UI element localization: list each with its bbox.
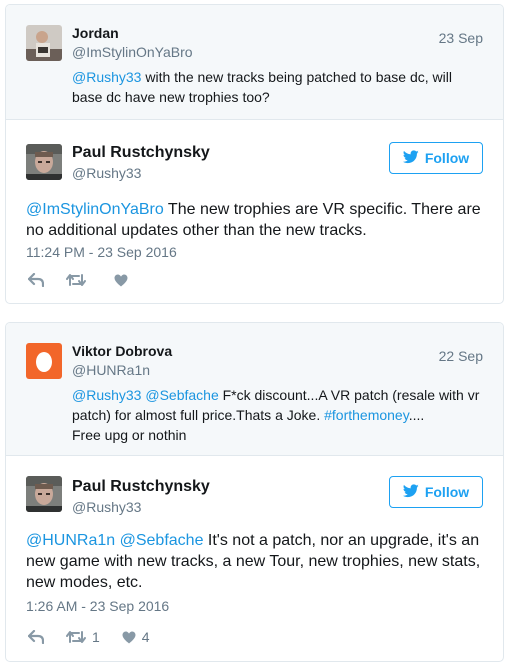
reply-icon — [28, 273, 44, 287]
quoted-tweet[interactable]: Viktor Dobrova @HUNRa1n 22 Sep @Rushy33 … — [6, 323, 503, 456]
mention-link[interactable]: @HUNRa1n — [26, 532, 115, 549]
quoted-author-handle[interactable]: @ImStylinOnYaBro — [72, 44, 193, 60]
follow-button[interactable]: Follow — [389, 142, 483, 174]
reply-button[interactable] — [28, 273, 44, 287]
tweet-text: @HUNRa1n @Sebfache It's not a patch, nor… — [26, 530, 487, 593]
follow-label: Follow — [424, 150, 470, 166]
heart-icon — [122, 631, 136, 644]
twitter-bird-icon — [402, 483, 419, 501]
avatar[interactable] — [26, 25, 62, 61]
mention-link[interactable]: @Sebfache — [145, 387, 218, 403]
retweet-button[interactable] — [66, 273, 92, 287]
follow-label: Follow — [424, 484, 470, 500]
mention-link[interactable]: @ImStylinOnYaBro — [26, 201, 164, 218]
hashtag-link[interactable]: #forthemoney — [324, 407, 409, 423]
retweet-icon — [66, 630, 86, 644]
quoted-author-name[interactable]: Viktor Dobrova — [72, 343, 172, 359]
quoted-author-handle[interactable]: @HUNRa1n — [72, 362, 150, 378]
retweet-count: 1 — [92, 629, 100, 645]
tweet-card: Jordan @ImStylinOnYaBro 23 Sep @Rushy33 … — [5, 4, 504, 304]
avatar[interactable] — [26, 343, 62, 379]
quoted-tweet[interactable]: Jordan @ImStylinOnYaBro 23 Sep @Rushy33 … — [6, 5, 503, 120]
reply-button[interactable] — [28, 630, 44, 644]
mention-link[interactable]: @Rushy33 — [72, 387, 141, 403]
avatar[interactable] — [26, 476, 62, 512]
like-button[interactable] — [114, 274, 134, 287]
tweet-timestamp[interactable]: 11:24 PM - 23 Sep 2016 — [26, 244, 177, 260]
author-handle[interactable]: @Rushy33 — [72, 499, 141, 515]
quoted-date[interactable]: 23 Sep — [439, 30, 483, 46]
reply-icon — [28, 630, 44, 644]
follow-button[interactable]: Follow — [389, 476, 483, 508]
quoted-text: @Rushy33 with the new tracks being patch… — [72, 67, 483, 107]
like-button[interactable]: 4 — [122, 629, 150, 645]
tweet-actions: 1 4 — [28, 629, 172, 645]
avatar[interactable] — [26, 144, 62, 180]
mention-link[interactable]: @Rushy33 — [72, 69, 141, 85]
tweet-text: @ImStylinOnYaBro The new trophies are VR… — [26, 199, 487, 241]
quoted-author-name[interactable]: Jordan — [72, 25, 119, 41]
author-name[interactable]: Paul Rustchynsky — [72, 478, 210, 496]
mention-link[interactable]: @Sebfache — [120, 532, 204, 549]
twitter-bird-icon — [402, 149, 419, 167]
heart-icon — [114, 274, 128, 287]
tweet-card: Viktor Dobrova @HUNRa1n 22 Sep @Rushy33 … — [5, 322, 504, 662]
author-handle[interactable]: @Rushy33 — [72, 165, 141, 181]
like-count: 4 — [141, 629, 150, 645]
retweet-icon — [66, 273, 86, 287]
retweet-button[interactable]: 1 — [66, 629, 100, 645]
quoted-text: @Rushy33 @Sebfache F*ck discount...A VR … — [72, 385, 483, 445]
tweet-actions — [28, 273, 156, 287]
tweet-timestamp[interactable]: 1:26 AM - 23 Sep 2016 — [26, 598, 169, 614]
quoted-date[interactable]: 22 Sep — [439, 348, 483, 364]
author-name[interactable]: Paul Rustchynsky — [72, 144, 210, 162]
